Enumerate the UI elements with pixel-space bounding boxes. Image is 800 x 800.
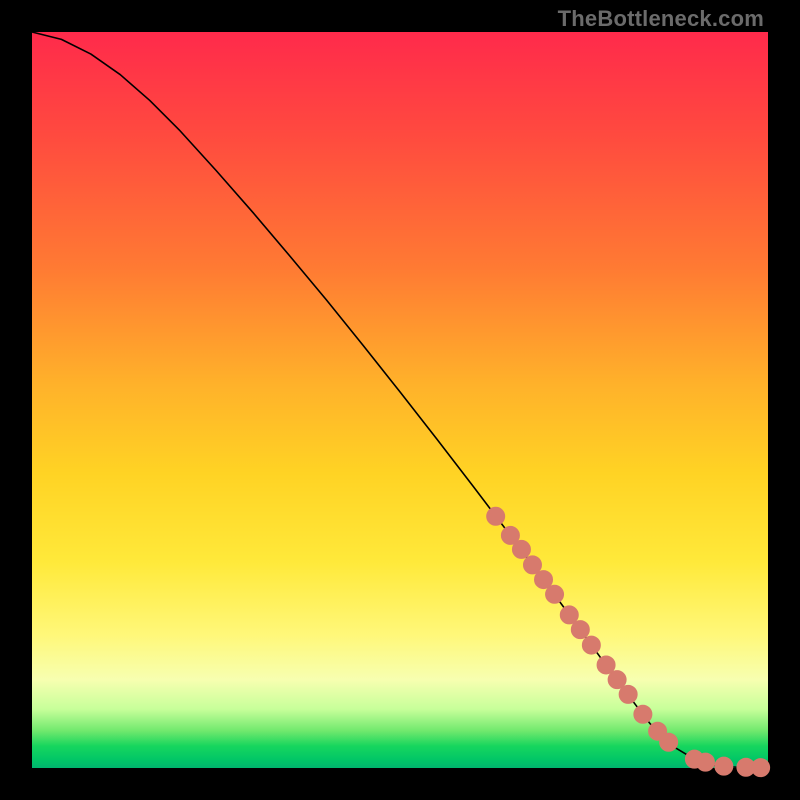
highlight-dot [560,606,578,624]
chart-svg [32,32,768,768]
bottleneck-curve [32,32,768,768]
highlight-dot [752,759,770,777]
watermark-text: TheBottleneck.com [558,6,764,32]
highlighted-dots-group [487,507,770,776]
highlight-dot [546,585,564,603]
highlight-dot [582,636,600,654]
highlight-dot [634,705,652,723]
highlight-dot [487,507,505,525]
highlight-dot [619,685,637,703]
highlight-dot [512,540,530,558]
highlight-dot [608,671,626,689]
plot-area [32,32,768,768]
chart-stage: TheBottleneck.com [0,0,800,800]
highlight-dot [660,733,678,751]
highlight-dot [715,757,733,775]
highlight-dot [597,656,615,674]
highlight-dot [523,556,541,574]
highlight-dot [535,571,553,589]
highlight-dot [696,753,714,771]
highlight-dot [571,621,589,639]
